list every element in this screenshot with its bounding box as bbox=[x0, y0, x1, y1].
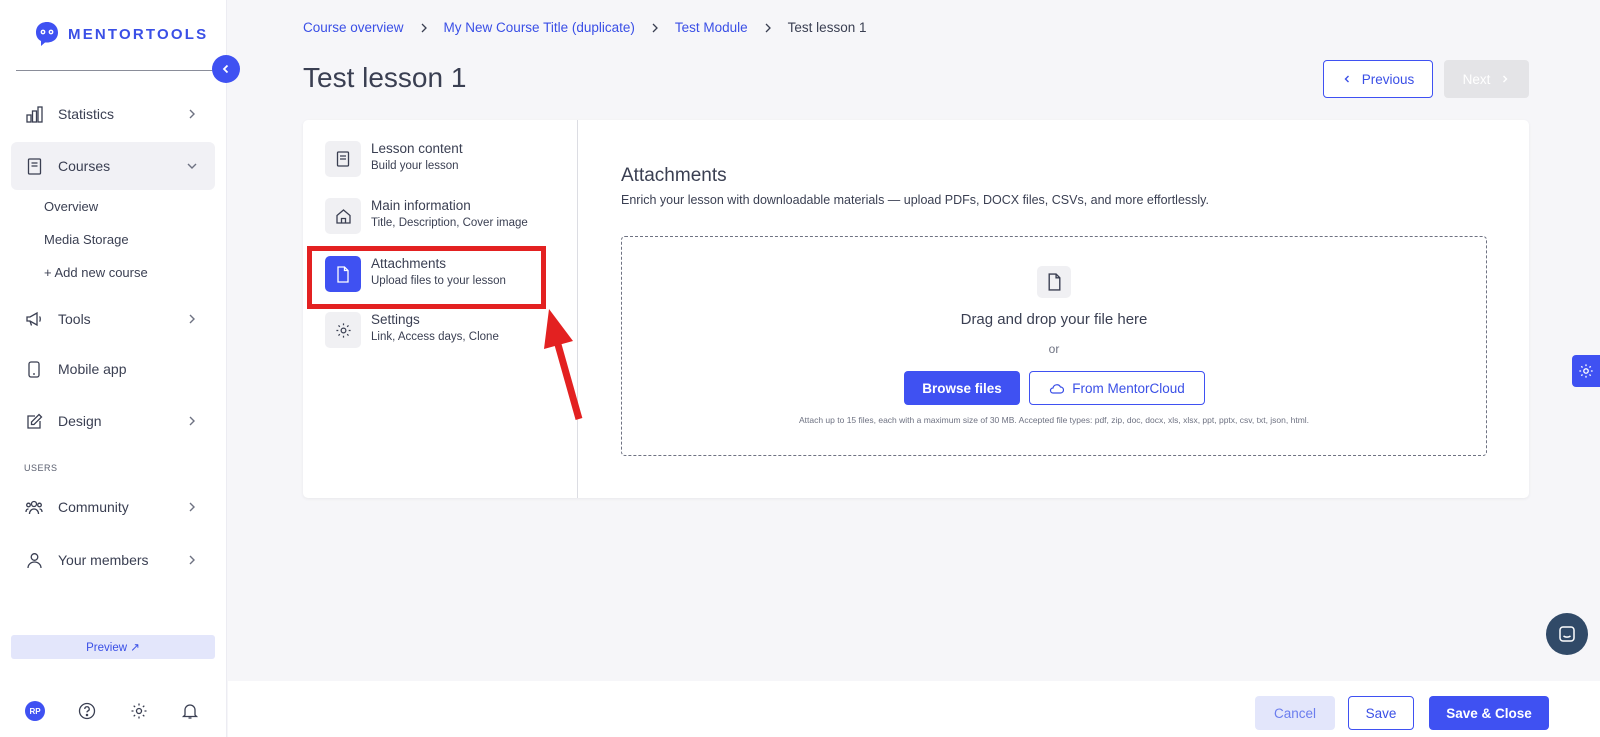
collapse-sidebar-button[interactable] bbox=[212, 55, 240, 83]
next-label: Next bbox=[1462, 71, 1491, 87]
cloud-icon bbox=[1050, 383, 1065, 394]
previous-label: Previous bbox=[1361, 71, 1415, 87]
chevron-right-icon bbox=[652, 23, 658, 32]
bell-icon[interactable] bbox=[181, 702, 199, 720]
breadcrumb: Course overview My New Course Title (dup… bbox=[303, 20, 866, 35]
sidebar-item-label: Courses bbox=[58, 158, 111, 174]
avatar[interactable]: RP bbox=[25, 701, 45, 721]
step-settings[interactable]: Settings Link, Access days, Clone bbox=[325, 312, 499, 348]
breadcrumb-link[interactable]: Course overview bbox=[303, 20, 404, 35]
gear-icon bbox=[1579, 364, 1593, 378]
sidebar-item-courses[interactable]: Courses bbox=[11, 142, 215, 190]
save-and-close-button[interactable]: Save & Close bbox=[1429, 696, 1549, 730]
settings-side-tab[interactable] bbox=[1572, 355, 1600, 387]
sidebar-item-label: Community bbox=[58, 499, 129, 515]
sidebar-item-label: Mobile app bbox=[58, 361, 127, 377]
save-button[interactable]: Save bbox=[1348, 696, 1414, 730]
sidebar-bottom-bar: RP bbox=[0, 700, 227, 724]
gear-icon[interactable] bbox=[130, 702, 148, 720]
sidebar-item-mobile-app[interactable]: Mobile app bbox=[11, 345, 215, 393]
chevron-right-icon bbox=[189, 109, 195, 119]
book-icon bbox=[25, 157, 43, 175]
users-icon bbox=[25, 498, 43, 516]
from-mentorcloud-label: From MentorCloud bbox=[1072, 380, 1185, 396]
logo[interactable]: MENTORTOOLS bbox=[34, 20, 208, 48]
sidebar-item-statistics[interactable]: Statistics bbox=[11, 90, 215, 138]
breadcrumb-current: Test lesson 1 bbox=[787, 20, 867, 35]
chevron-right-icon bbox=[189, 555, 195, 565]
browse-files-button[interactable]: Browse files bbox=[904, 371, 1020, 405]
breadcrumb-link[interactable]: My New Course Title (duplicate) bbox=[444, 20, 635, 35]
logo-text: MENTORTOOLS bbox=[68, 25, 209, 43]
divider bbox=[16, 70, 214, 71]
step-subtitle: Build your lesson bbox=[371, 160, 459, 172]
sidebar-item-label: Your members bbox=[58, 552, 149, 568]
from-mentorcloud-button[interactable]: From MentorCloud bbox=[1029, 371, 1205, 405]
chevron-left-icon bbox=[222, 64, 229, 74]
drop-text: Drag and drop your file here bbox=[960, 311, 1148, 328]
preview-label: Preview ↗ bbox=[86, 642, 140, 654]
user-icon bbox=[25, 551, 43, 569]
arrow-annotation-icon bbox=[544, 309, 583, 420]
bar-chart-icon bbox=[25, 105, 43, 123]
pencil-icon bbox=[25, 412, 43, 430]
chat-launcher-button[interactable] bbox=[1546, 613, 1588, 655]
sidebar-item-label: Tools bbox=[58, 311, 91, 327]
gear-icon bbox=[325, 312, 361, 348]
add-new-course-link[interactable]: + Add new course bbox=[44, 265, 148, 280]
chevron-right-icon bbox=[189, 502, 195, 512]
step-subtitle: Link, Access days, Clone bbox=[371, 331, 499, 343]
home-icon bbox=[325, 198, 361, 234]
sidebar-subitem-media-storage[interactable]: Media Storage bbox=[44, 232, 129, 247]
upload-note: Attach up to 15 files, each with a maxim… bbox=[798, 415, 1310, 425]
sidebar-item-label: Design bbox=[58, 413, 102, 429]
chevron-right-icon bbox=[189, 416, 195, 426]
chevron-right-icon bbox=[765, 23, 771, 32]
step-main-information[interactable]: Main information Title, Description, Cov… bbox=[325, 198, 528, 234]
preview-button[interactable]: Preview ↗ bbox=[11, 635, 215, 659]
chat-icon bbox=[1559, 626, 1575, 642]
previous-button[interactable]: Previous bbox=[1323, 60, 1433, 98]
step-title: Main information bbox=[371, 198, 471, 213]
sidebar-item-design[interactable]: Design bbox=[11, 397, 215, 445]
highlight-annotation-box bbox=[307, 246, 546, 309]
chevron-right-icon bbox=[421, 23, 427, 32]
sidebar-item-community[interactable]: Community bbox=[11, 483, 215, 531]
sidebar-item-label: Statistics bbox=[58, 106, 115, 122]
step-lesson-content[interactable]: Lesson content Build your lesson bbox=[325, 141, 463, 177]
chevron-right-icon bbox=[189, 314, 195, 324]
sidebar-item-your-members[interactable]: Your members bbox=[11, 536, 215, 584]
next-button[interactable]: Next bbox=[1444, 60, 1529, 98]
section-label-users: USERS bbox=[24, 463, 58, 473]
sidebar-subitem-overview[interactable]: Overview bbox=[44, 199, 98, 214]
logo-icon bbox=[36, 22, 58, 46]
sidebar: MENTORTOOLS Statistics Courses Overview … bbox=[0, 0, 227, 737]
chevron-down-icon bbox=[187, 163, 197, 169]
book-icon bbox=[325, 141, 361, 177]
or-text: or bbox=[1048, 342, 1060, 356]
chevron-right-icon bbox=[1503, 75, 1508, 83]
step-subtitle: Title, Description, Cover image bbox=[371, 217, 528, 229]
attachments-description: Enrich your lesson with downloadable mat… bbox=[621, 193, 1209, 207]
page-title: Test lesson 1 bbox=[303, 62, 467, 93]
cancel-button[interactable]: Cancel bbox=[1255, 696, 1335, 730]
step-title: Settings bbox=[371, 312, 420, 327]
sidebar-item-tools[interactable]: Tools bbox=[11, 295, 215, 343]
megaphone-icon bbox=[25, 310, 43, 328]
step-title: Lesson content bbox=[371, 141, 463, 156]
phone-icon bbox=[25, 360, 43, 378]
help-icon[interactable] bbox=[78, 702, 96, 720]
file-icon bbox=[1037, 266, 1071, 298]
file-dropzone[interactable]: Drag and drop your file here or Browse f… bbox=[621, 236, 1487, 456]
attachments-title: Attachments bbox=[621, 165, 727, 186]
breadcrumb-link[interactable]: Test Module bbox=[675, 20, 748, 35]
chevron-left-icon bbox=[1344, 75, 1349, 83]
